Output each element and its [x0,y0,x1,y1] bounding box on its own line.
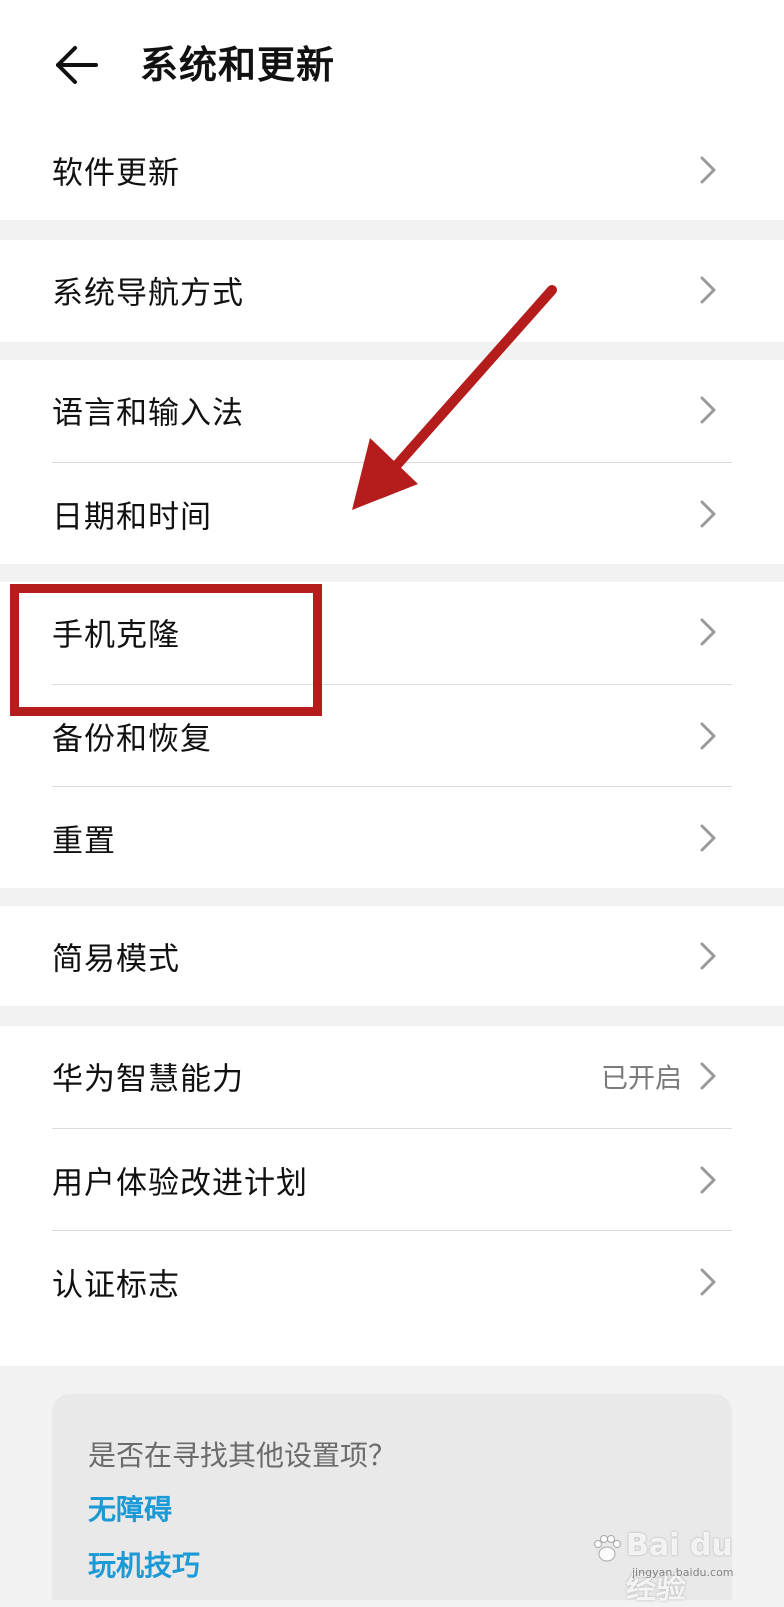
suggestion-question: 是否在寻找其他设置项？ [88,1439,397,1472]
watermark: Bai du 经验 jingyan.baidu.com [592,1528,742,1606]
group-huawei-features: 华为智慧能力 已开启 用户体验改进计划 认证标志 [0,1026,784,1366]
chevron-right-icon [700,1062,716,1090]
settings-page: 系统和更新 软件更新 系统导航方式 语言和输入法 日期和时间 手机克隆 备份和恢… [0,0,784,1606]
list-item-label: 日期和时间 [52,499,212,536]
list-item-label: 备份和恢复 [52,721,212,758]
list-item-huawei-ai[interactable]: 华为智慧能力 已开启 [0,1026,784,1126]
list-item-certification[interactable]: 认证标志 [0,1232,784,1332]
arrow-left-icon [56,46,98,84]
chevron-right-icon [700,618,716,646]
paw-logo-icon [594,1535,621,1562]
chevron-right-icon [700,722,716,750]
link-tips[interactable]: 玩机技巧 [88,1544,200,1584]
group-software-update: 软件更新 [0,120,784,220]
chevron-right-icon [700,396,716,424]
list-item-label: 简易模式 [52,941,180,978]
back-button[interactable] [50,38,104,92]
list-item-label: 认证标志 [52,1267,180,1304]
chevron-right-icon [700,156,716,184]
group-simple-mode: 简易模式 [0,906,784,1006]
list-item-software-update[interactable]: 软件更新 [0,120,784,220]
list-item-label: 重置 [52,823,116,860]
list-item-label: 用户体验改进计划 [52,1165,308,1202]
annotation-highlight-box [10,584,322,716]
list-item-simple-mode[interactable]: 简易模式 [0,906,784,1006]
chevron-right-icon [700,824,716,852]
list-item-label: 华为智慧能力 [52,1061,244,1098]
divider [52,1230,732,1231]
list-item-label: 系统导航方式 [52,275,244,312]
link-accessibility[interactable]: 无障碍 [88,1488,172,1528]
divider [52,1128,732,1129]
page-title: 系统和更新 [140,43,336,87]
chevron-right-icon [700,276,716,304]
chevron-right-icon [700,942,716,970]
watermark-url: jingyan.baidu.com [632,1566,734,1579]
status-value: 已开启 [601,1063,682,1095]
divider [52,786,732,787]
chevron-right-icon [700,1268,716,1296]
list-item-user-experience[interactable]: 用户体验改进计划 [0,1130,784,1230]
top-app-bar: 系统和更新 [0,0,784,120]
chevron-right-icon [700,500,716,528]
list-item-reset[interactable]: 重置 [0,788,784,888]
chevron-right-icon [700,1166,716,1194]
list-item-label: 语言和输入法 [52,395,244,432]
annotation-arrow-icon [352,285,557,510]
list-item-label: 软件更新 [52,155,180,192]
